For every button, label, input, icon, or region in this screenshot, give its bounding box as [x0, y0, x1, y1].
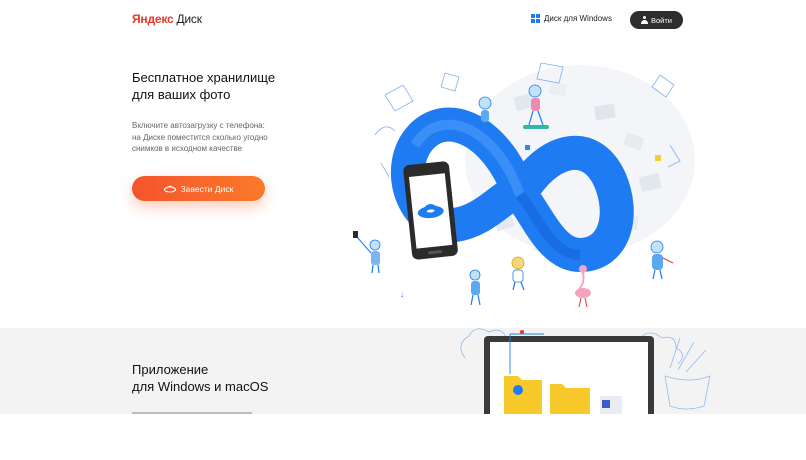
hero-title: Бесплатное хранилище для ваших фото: [132, 69, 332, 103]
desktop-app-section: Приложение для Windows и macOS: [0, 328, 806, 414]
windows-logo-icon: [531, 14, 540, 23]
yandex-disk-saucer-icon: [163, 185, 176, 193]
page-bottom-blank: [0, 414, 806, 460]
arrow-down-icon[interactable]: ↓: [400, 290, 404, 299]
desktop-app-title-line-1: Приложение: [132, 362, 209, 377]
desktop-app-title-line-2: для Windows и macOS: [132, 379, 269, 394]
infinity-cloud-illustration: [353, 62, 695, 308]
logo-brand: Яндекс: [132, 12, 174, 26]
hero-subtitle-line-1: Включите автозагрузку с телефона:: [132, 121, 265, 130]
character-left-selfie: [353, 231, 381, 274]
character-bottom-yellow: [511, 256, 525, 291]
hero-title-line-2: для ваших фото: [132, 87, 231, 102]
desktop-app-title: Приложение для Windows и macOS: [132, 361, 382, 395]
character-right: [650, 240, 674, 280]
disk-for-windows-label: Диск для Windows: [544, 14, 612, 23]
hero-subtitle: Включите автозагрузку с телефона: на Дис…: [132, 120, 312, 155]
header: Яндекс Диск Диск для Windows Войти: [0, 0, 806, 40]
phone-with-disk-app: [403, 161, 458, 260]
user-icon: [641, 16, 648, 24]
create-disk-button[interactable]: Завести Диск: [132, 176, 265, 201]
disk-for-windows-link[interactable]: Диск для Windows: [531, 14, 612, 23]
hero-subtitle-line-2: на Диске поместится сколько угодно: [132, 132, 268, 142]
character-bottom-center: [469, 269, 481, 306]
hero-subtitle-line-3: снимков в исходном качестве: [132, 144, 243, 153]
desktop-app-illustration: [460, 328, 711, 414]
login-button[interactable]: Войти: [630, 11, 683, 29]
create-disk-label: Завести Диск: [180, 183, 234, 194]
page: Яндекс Диск Диск для Windows Войти Беспла…: [0, 0, 806, 460]
logo-product: Диск: [176, 12, 202, 26]
yandex-disk-logo[interactable]: Яндекс Диск: [132, 12, 202, 26]
hero-title-line-1: Бесплатное хранилище: [132, 70, 276, 85]
login-label: Войти: [651, 15, 672, 25]
